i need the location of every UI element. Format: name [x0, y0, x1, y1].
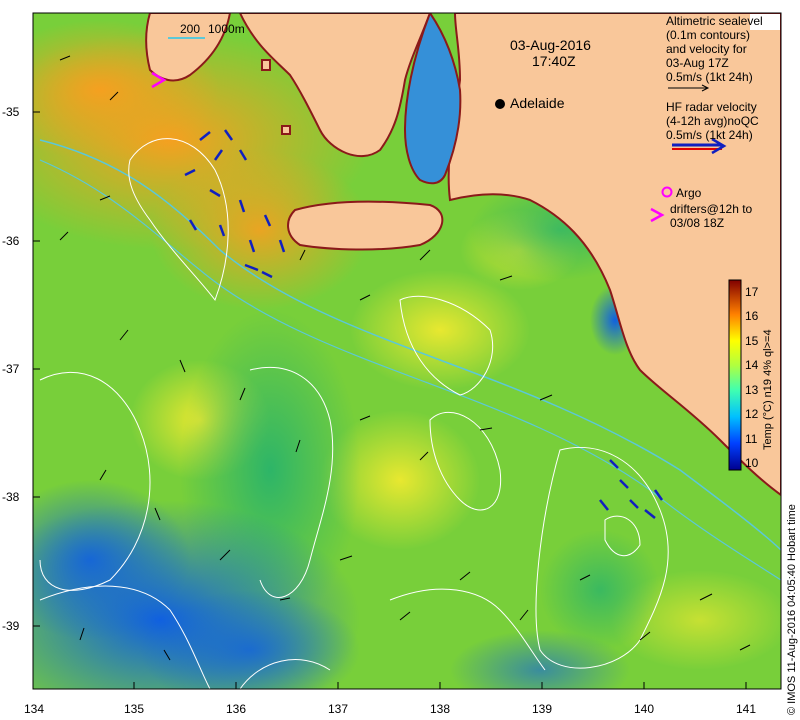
legend-altimetry-line-2: (0.1m contours) [666, 28, 751, 42]
colorbar-tick-10: 10 [745, 456, 759, 470]
x-tick-139: 139 [531, 702, 553, 716]
y-tick-38: -38 [2, 490, 20, 504]
credit-text: © IMOS 11-Aug-2016 04:05:40 Hobart time [786, 504, 798, 715]
x-tick-140: 140 [633, 702, 655, 716]
legend-altimetry-line-1: Altimetric sealevel [666, 14, 763, 28]
colorbar-tick-13: 13 [745, 383, 759, 397]
y-tick-36: -36 [2, 234, 20, 248]
colorbar-tick-11: 11 [745, 432, 758, 446]
temperature-colorbar [728, 279, 742, 471]
colorbar-tick-12: 12 [745, 407, 759, 421]
x-tick-134: 134 [23, 702, 45, 716]
x-tick-137: 137 [327, 702, 349, 716]
legend-altimetry-line-4: 03-Aug 17Z [666, 56, 729, 70]
time-label: 17:40Z [532, 53, 576, 69]
date-label: 03-Aug-2016 [510, 37, 591, 53]
y-tick-35: -35 [2, 105, 20, 119]
depth-label-200: 200 [180, 22, 201, 36]
city-label: Adelaide [510, 95, 565, 111]
colorbar-tick-14: 14 [745, 358, 759, 372]
adelaide-marker [495, 99, 505, 109]
legend-argo-line-1: Argo [676, 186, 702, 200]
legend-altimetry-line-3: and velocity for [666, 42, 747, 56]
x-tick-135: 135 [123, 702, 145, 716]
y-tick-37: -37 [2, 362, 20, 376]
colorbar-tick-17: 17 [745, 285, 759, 299]
legend-hf-line-1: HF radar velocity [666, 100, 757, 114]
colorbar-title: Temp (°C) n19 4% ql>=4 [762, 329, 774, 450]
legend-argo-line-3: 03/08 18Z [670, 216, 725, 230]
y-tick-39: -39 [2, 619, 20, 633]
colorbar-tick-16: 16 [745, 309, 759, 323]
legend-altimetry-line-5: 0.5m/s (1kt 24h) [666, 70, 753, 84]
x-tick-138: 138 [429, 702, 451, 716]
x-tick-136: 136 [225, 702, 247, 716]
x-tick-141: 141 [735, 702, 757, 716]
colorbar-tick-15: 15 [745, 334, 759, 348]
legend-argo-line-2: drifters@12h to [670, 202, 753, 216]
depth-label-1000: 1000m [208, 22, 245, 36]
legend-hf-line-3: 0.5m/s (1kt 24h) [666, 128, 753, 142]
legend-hf-line-2: (4-12h avg)noQC [666, 114, 759, 128]
